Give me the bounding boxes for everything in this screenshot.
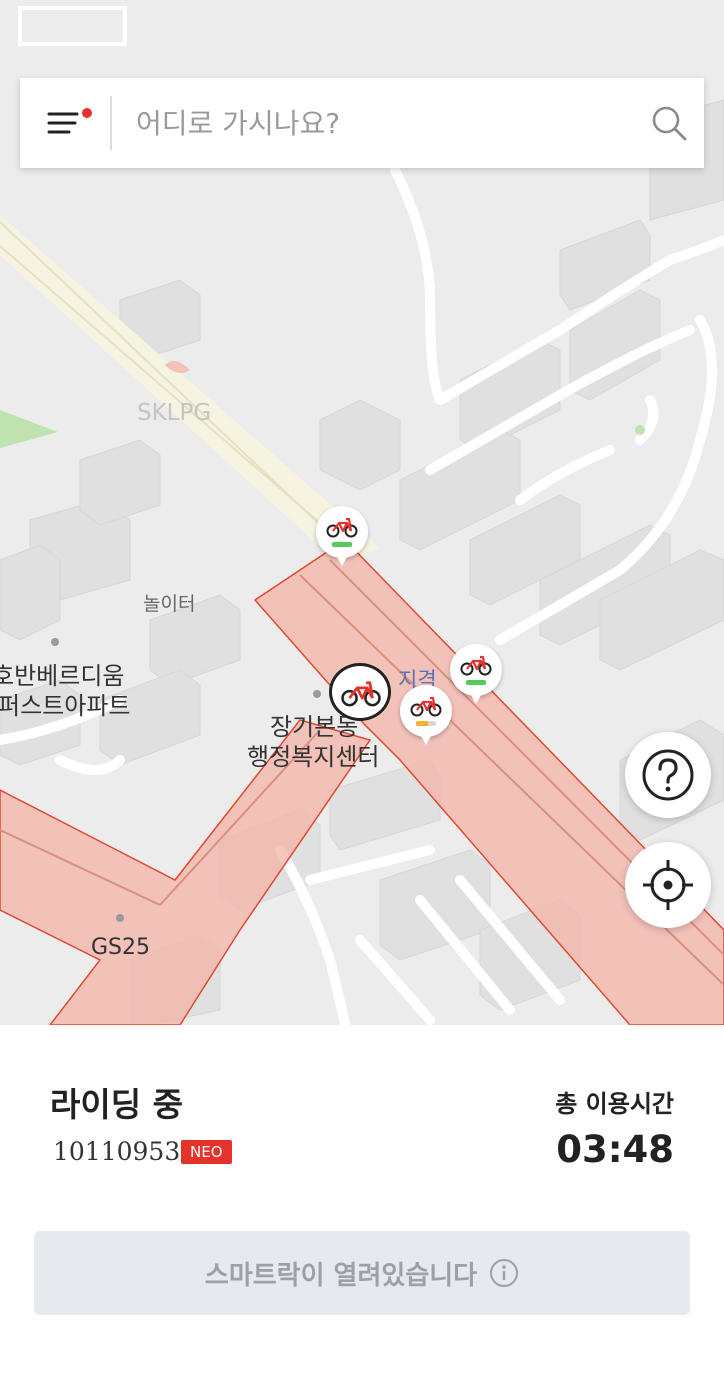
search-input[interactable]: [112, 82, 634, 164]
bike-icon: [460, 655, 492, 676]
menu-button[interactable]: [20, 78, 110, 168]
map-label-community-center-line2: 행정복지센터: [247, 743, 380, 771]
menu-icon: [47, 112, 79, 134]
smartlock-status-button[interactable]: 스마트락이 열려있습니다: [34, 1231, 690, 1315]
neo-badge: NEO: [181, 1140, 232, 1164]
bike-pin[interactable]: [400, 685, 452, 745]
bike-icon: [326, 517, 358, 538]
map-label-playground: 놀이터: [143, 593, 196, 615]
crosshair-icon: [643, 860, 693, 910]
help-button[interactable]: [625, 732, 711, 818]
bike-icon: [341, 681, 381, 707]
map-label-gs25: GS25: [91, 935, 151, 960]
notification-dot: [82, 108, 92, 118]
bike-pin[interactable]: [450, 644, 502, 704]
locate-button[interactable]: [625, 842, 711, 928]
search-button[interactable]: [634, 78, 704, 168]
search-icon: [652, 106, 687, 141]
map-label-apartment-line2: 퍼스트아파트: [0, 692, 131, 720]
total-time-value: 03:48: [556, 1128, 674, 1171]
ride-status-title: 라이딩 중: [50, 1085, 183, 1124]
bike-pin[interactable]: [316, 506, 368, 566]
current-bike-marker: [329, 663, 391, 721]
search-bar: [20, 78, 704, 168]
bike-id: 10110953: [53, 1137, 181, 1166]
total-time-label: 총 이용시간: [555, 1090, 674, 1118]
question-icon: [642, 749, 694, 801]
map-label-sklpg: SKLPG: [137, 400, 212, 426]
info-icon[interactable]: [489, 1258, 519, 1288]
bike-icon: [410, 696, 442, 717]
smartlock-status-label: 스마트락이 열려있습니다: [204, 1260, 478, 1291]
